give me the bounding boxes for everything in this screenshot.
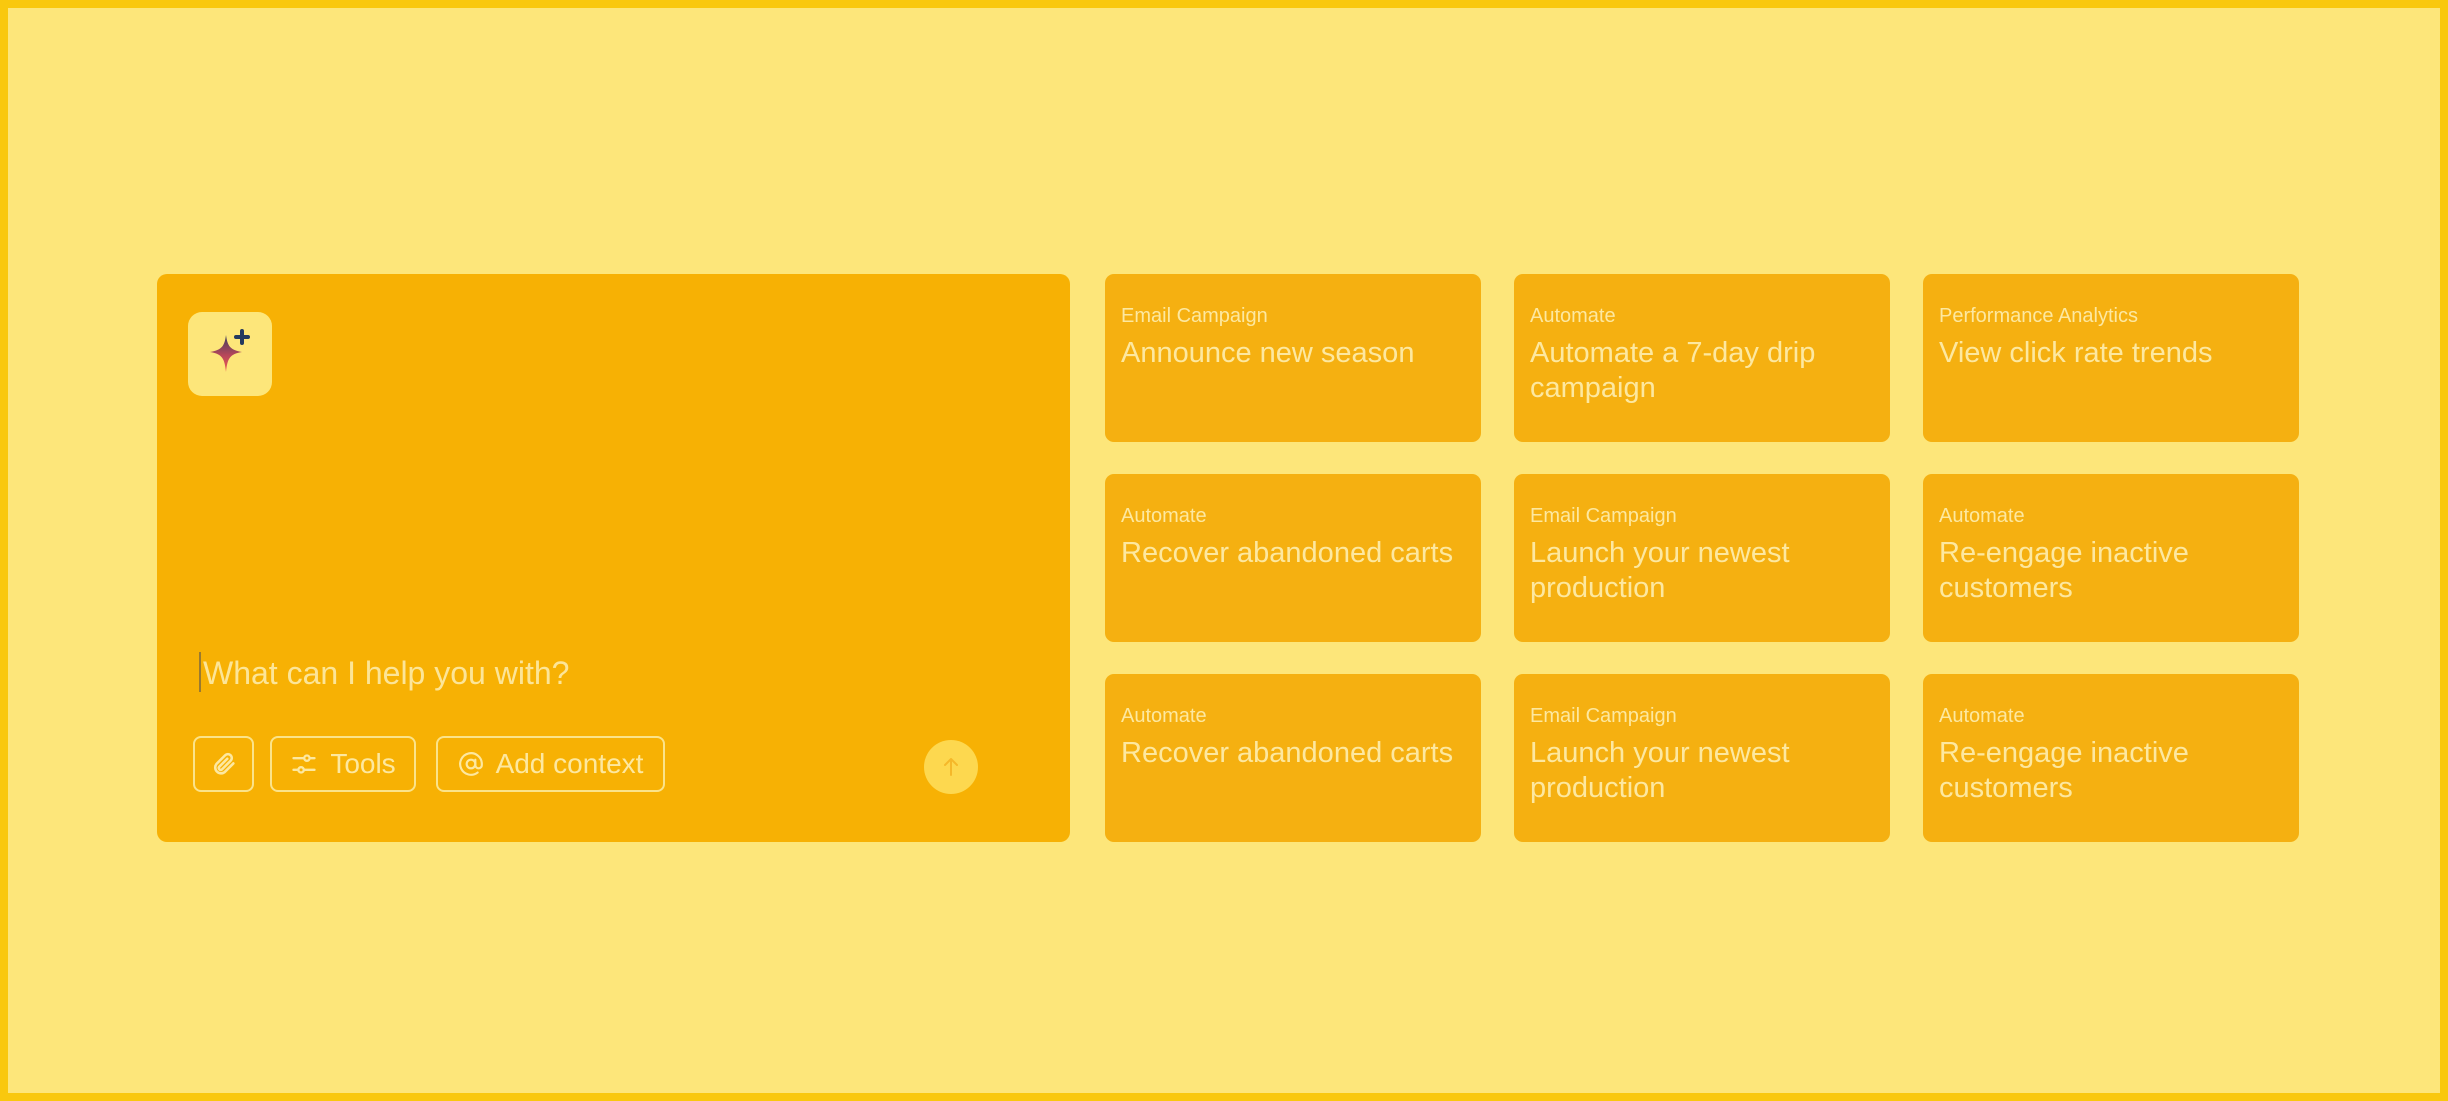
add-context-label: Add context [495, 748, 644, 779]
sparkle-plus-icon [210, 329, 250, 372]
suggestion-card[interactable]: Email Campaign Launch your newest produc… [1514, 674, 1890, 842]
suggestion-card[interactable]: Email Campaign Launch your newest produc… [1514, 474, 1890, 642]
card-title: Automate a 7-day drip campaign [1530, 337, 1816, 404]
send-button[interactable] [924, 740, 978, 794]
card-category: Automate [1121, 505, 1207, 527]
card-title: Re-engage inactive customers [1939, 537, 2189, 604]
assistant-logo [188, 312, 272, 396]
card-title: View click rate trends [1939, 337, 2213, 369]
attach-button[interactable] [193, 736, 254, 792]
card-category: Performance Analytics [1939, 305, 2138, 327]
prompt-input[interactable] [199, 648, 1019, 698]
card-category: Automate [1939, 705, 2025, 727]
prompt-composer: Tools Add context [157, 274, 1070, 842]
suggestion-card[interactable]: Automate Re-engage inactive customers [1923, 674, 2299, 842]
card-category: Email Campaign [1530, 505, 1677, 527]
arrow-up-icon [944, 758, 958, 776]
paperclip-icon [213, 752, 235, 775]
prompt-input-area [199, 648, 1019, 698]
card-category: Automate [1939, 505, 2025, 527]
card-title: Launch your newest production [1530, 737, 1790, 804]
card-category: Email Campaign [1530, 705, 1677, 727]
suggestion-card[interactable]: Email Campaign Announce new season [1105, 274, 1481, 442]
card-category: Email Campaign [1121, 305, 1268, 327]
card-title: Recover abandoned carts [1121, 737, 1454, 769]
card-category: Automate [1530, 305, 1616, 327]
add-context-button[interactable]: Add context [436, 736, 665, 792]
card-title: Announce new season [1121, 337, 1415, 369]
suggestion-card[interactable]: Performance Analytics View click rate tr… [1923, 274, 2299, 442]
at-sign-icon [458, 752, 483, 776]
suggestion-card[interactable]: Automate Automate a 7-day drip campaign [1514, 274, 1890, 442]
tools-button[interactable]: Tools [270, 736, 416, 792]
card-title: Re-engage inactive customers [1939, 737, 2189, 804]
suggestion-card[interactable]: Automate Recover abandoned carts [1105, 474, 1481, 642]
suggestion-card[interactable]: Automate Re-engage inactive customers [1923, 474, 2299, 642]
tools-label: Tools [330, 748, 396, 779]
sliders-icon [292, 754, 316, 774]
card-title: Launch your newest production [1530, 537, 1790, 604]
suggestion-card[interactable]: Automate Recover abandoned carts [1105, 674, 1481, 842]
card-category: Automate [1121, 705, 1207, 727]
page-frame: Tools Add context Email Campaign Announc… [0, 0, 2448, 1101]
card-title: Recover abandoned carts [1121, 537, 1454, 569]
